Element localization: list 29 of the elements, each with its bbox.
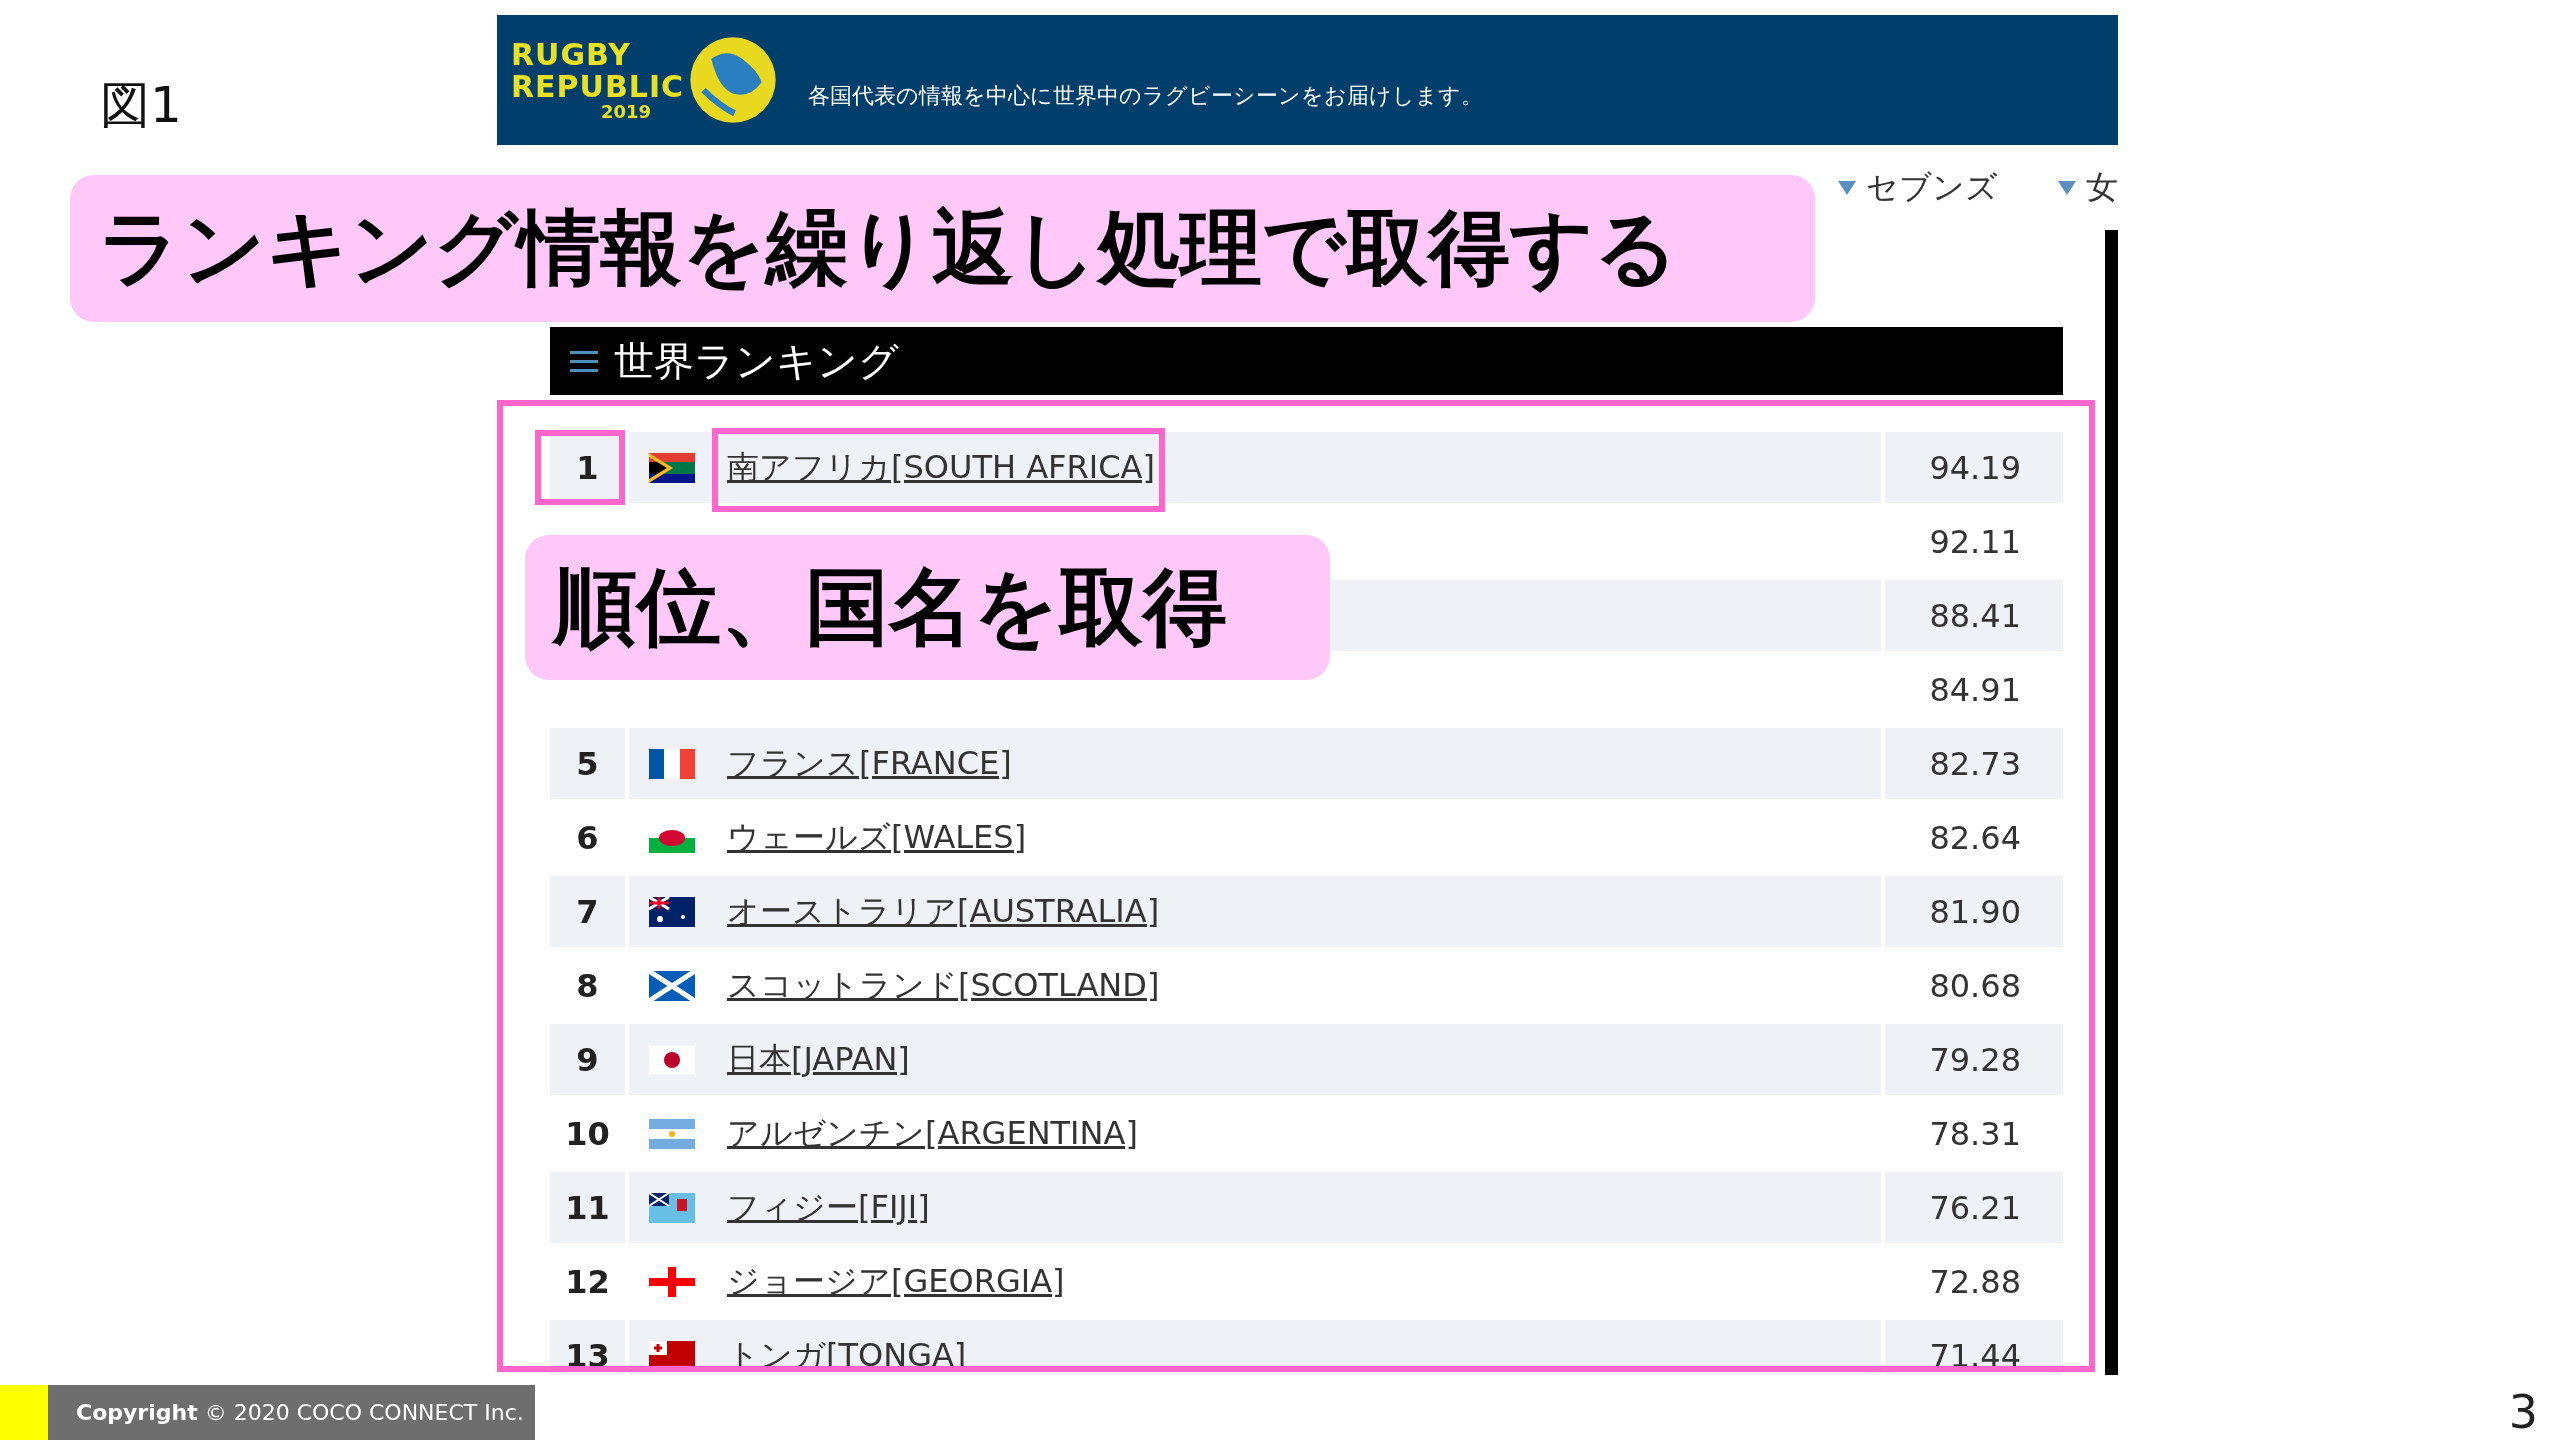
- country-link[interactable]: アルゼンチン[ARGENTINA]: [727, 1111, 1138, 1156]
- country-link[interactable]: フィジー[FIJI]: [727, 1185, 930, 1230]
- copyright-text: Copyright © 2020 COCO CONNECT Inc.: [48, 1385, 535, 1440]
- figure-label: 図1: [100, 76, 182, 134]
- score-cell: 79.28: [1885, 1024, 2063, 1095]
- score-cell: 88.41: [1885, 580, 2063, 651]
- score-cell: 82.73: [1885, 728, 2063, 799]
- score-cell: 94.19: [1885, 432, 2063, 503]
- site-logo[interactable]: RUGBY REPUBLIC 2019: [511, 39, 685, 121]
- page-number: 3: [2508, 1385, 2538, 1440]
- nav-link[interactable]: 女: [2058, 165, 2118, 210]
- site-tagline: 各国代表の情報を中心に世界中のラグビーシーンをお届けします。: [808, 82, 1484, 110]
- country-link[interactable]: ウェールズ[WALES]: [727, 815, 1027, 860]
- country-link[interactable]: 日本[JAPAN]: [727, 1037, 910, 1082]
- country-link[interactable]: 南アフリカ[SOUTH AFRICA]: [727, 445, 1155, 490]
- rank-cell: 5: [550, 728, 625, 799]
- callout-label: ランキング情報を繰り返し処理で取得する: [70, 175, 1815, 322]
- rank-cell: 11: [550, 1172, 625, 1243]
- score-cell: 81.90: [1885, 876, 2063, 947]
- country-link[interactable]: スコットランド[SCOTLAND]: [727, 963, 1160, 1008]
- rank-cell: 7: [550, 876, 625, 947]
- callout-label: 順位、国名を取得: [525, 535, 1330, 680]
- ranking-title: 世界ランキング: [614, 336, 899, 386]
- country-link[interactable]: ジョージア[GEORGIA]: [727, 1259, 1065, 1304]
- score-cell: 76.21: [1885, 1172, 2063, 1243]
- country-link[interactable]: オーストラリア[AUSTRALIA]: [727, 889, 1160, 934]
- country-link[interactable]: フランス[FRANCE]: [727, 741, 1012, 786]
- rank-cell: 9: [550, 1024, 625, 1095]
- nav-link[interactable]: セブンズ: [1838, 165, 1998, 210]
